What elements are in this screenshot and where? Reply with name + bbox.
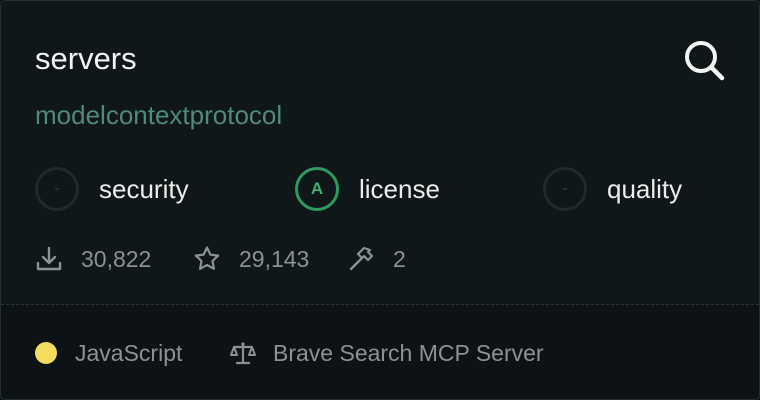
security-grade-badge: -: [35, 167, 79, 211]
card-footer: JavaScript Brave Search MCP Server: [1, 305, 759, 399]
license-label: license: [359, 173, 440, 204]
star-icon: [194, 246, 220, 270]
language-color-dot: [35, 342, 57, 364]
downloads-stat: 30,822: [35, 241, 151, 277]
security-score: - security: [35, 165, 189, 213]
repo-owner[interactable]: modelcontextprotocol: [35, 97, 282, 133]
search-button[interactable]: [681, 37, 727, 83]
download-icon: [36, 246, 62, 271]
quality-grade-badge: -: [543, 167, 587, 211]
language-info: JavaScript: [35, 335, 182, 371]
tools-count: 2: [393, 245, 406, 272]
stars-count: 29,143: [239, 245, 310, 272]
description-info: Brave Search MCP Server: [229, 335, 544, 371]
quality-score: - quality: [543, 165, 682, 213]
stars-stat: 29,143: [193, 241, 309, 277]
search-icon: [685, 41, 725, 81]
security-label: security: [99, 173, 189, 204]
repo-name[interactable]: servers: [35, 39, 137, 79]
tools-stat: 2: [347, 241, 406, 277]
language-label: JavaScript: [75, 339, 183, 366]
description-label: Brave Search MCP Server: [273, 339, 544, 366]
downloads-count: 30,822: [81, 245, 152, 272]
license-score: A license: [295, 165, 440, 213]
quality-label: quality: [607, 173, 683, 204]
scale-icon: [230, 342, 256, 365]
server-card[interactable]: servers modelcontextprotocol - security …: [0, 0, 760, 400]
license-grade-badge: A: [295, 167, 339, 211]
hammer-icon: [349, 246, 374, 271]
